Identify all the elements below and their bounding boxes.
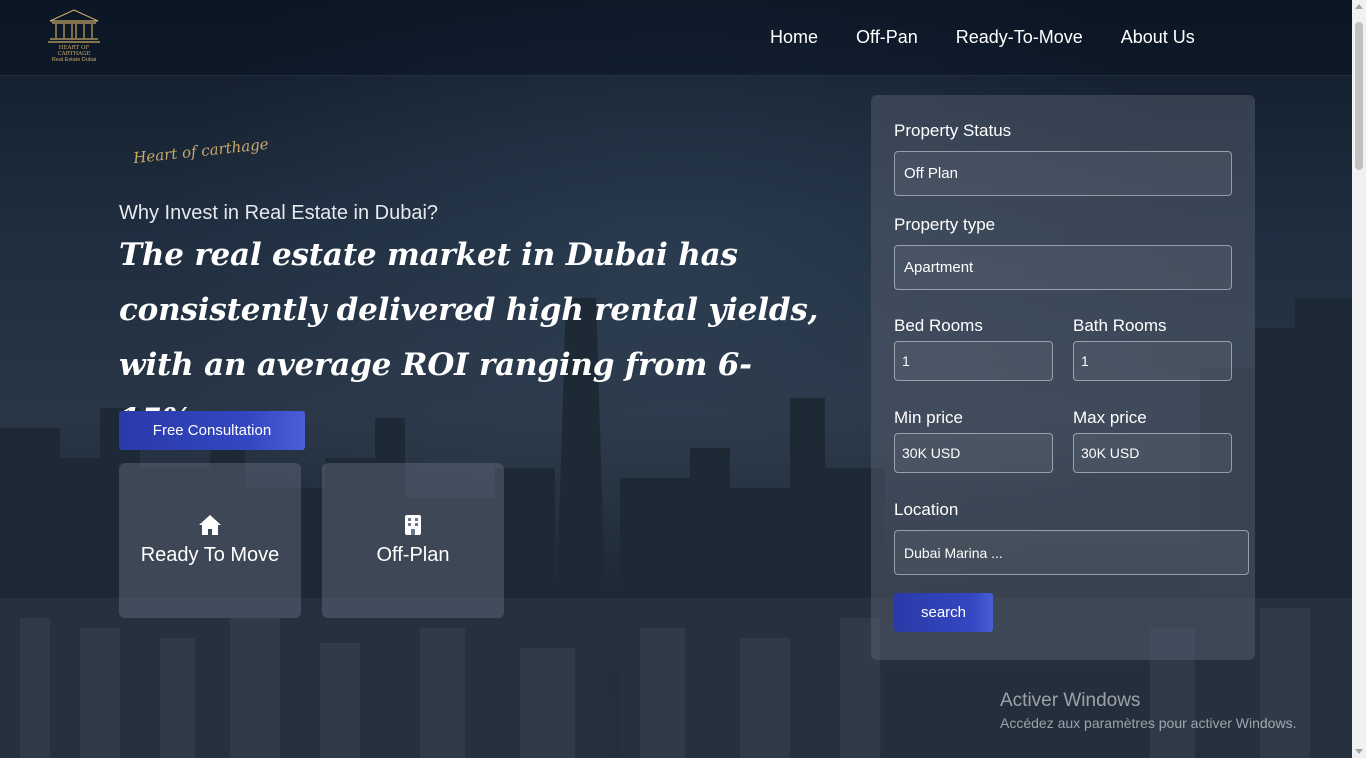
ready-to-move-label: Ready To Move [140,544,280,566]
scroll-down-icon[interactable] [1355,749,1363,754]
nav-off-plan-link[interactable]: Off-Pan [856,27,918,48]
bed-rooms-label: Bed Rooms [894,316,983,335]
search-button[interactable]: search [894,593,993,632]
off-plan-label: Off-Plan [376,544,450,566]
top-navbar: HEART OF CARTHAGE Real Estate Dubai Home… [0,0,1352,76]
logo-tagline: Real Estate Dubai [51,57,97,63]
building-icon [405,515,421,535]
off-plan-card[interactable]: Off-Plan [322,463,504,618]
free-consultation-button[interactable]: Free Consultation [119,411,305,450]
property-type-field[interactable] [894,245,1232,290]
logo-name: HEART OF CARTHAGE [57,45,91,57]
min-price-label: Min price [894,408,963,427]
brand-logo[interactable]: HEART OF CARTHAGE Real Estate Dubai [46,8,102,66]
bath-rooms-label: Bath Rooms [1073,316,1167,335]
min-price-field[interactable] [894,433,1053,473]
scroll-up-icon[interactable] [1355,4,1363,9]
property-status-field[interactable] [894,151,1232,196]
windows-activation-watermark: Activer Windows Accédez aux paramètres p… [1000,690,1296,731]
temple-icon [48,9,100,43]
location-label: Location [894,500,959,519]
page-scrollbar[interactable] [1352,0,1366,758]
watermark-subtitle: Accédez aux paramètres pour activer Wind… [1000,715,1297,731]
main-menu: Home Off-Pan Ready-To-Move About Us [770,27,1195,48]
hero-kicker: Why Invest in Real Estate in Dubai? [119,202,439,224]
location-field[interactable] [894,530,1249,575]
nav-home-link[interactable]: Home [770,27,818,48]
bath-rooms-field[interactable] [1073,341,1232,381]
bed-rooms-field[interactable] [894,341,1053,381]
max-price-field[interactable] [1073,433,1232,473]
property-status-label: Property Status [894,121,1012,140]
watermark-title: Activer Windows [1000,690,1141,711]
home-icon [199,515,221,535]
nav-about-us-link[interactable]: About Us [1121,27,1195,48]
nav-ready-to-move-link[interactable]: Ready-To-Move [956,27,1083,48]
max-price-label: Max price [1073,408,1147,427]
scrollbar-thumb[interactable] [1355,22,1363,170]
ready-to-move-card[interactable]: Ready To Move [119,463,301,618]
property-type-label: Property type [894,215,996,234]
